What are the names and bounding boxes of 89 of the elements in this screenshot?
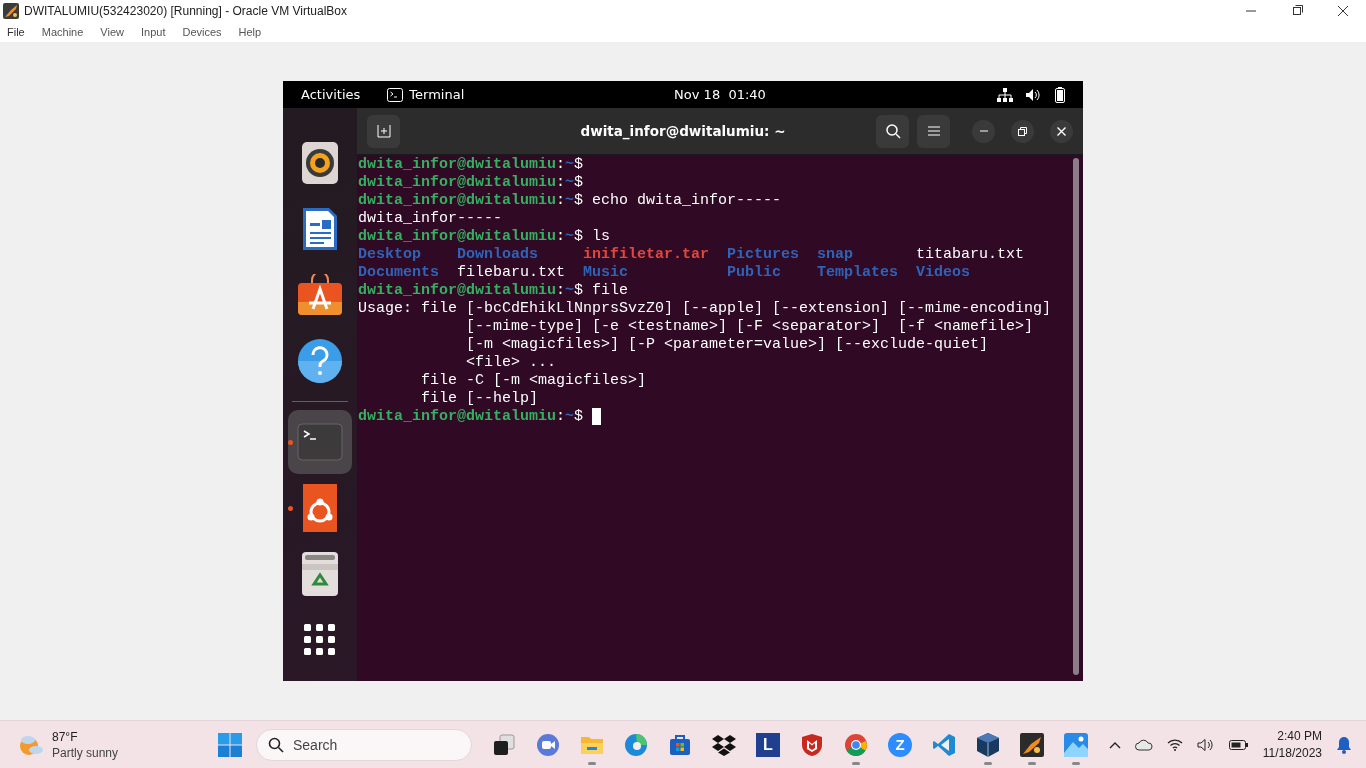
terminal-line: Usage: file [-bcCdEhikLlNnprsSvzZ0] [--apple] [--extension] [--mime-encoding] — [358, 300, 1052, 318]
battery-icon[interactable] — [1055, 86, 1065, 103]
menu-item[interactable]: View — [100, 26, 133, 38]
wifi-icon[interactable] — [1166, 738, 1183, 751]
scrollbar[interactable] — [1073, 158, 1079, 675]
dropbox-icon — [712, 733, 736, 756]
menu-item[interactable]: Input — [140, 26, 175, 38]
file-name: titabaru.txt — [916, 246, 1025, 264]
file-name: filebaru.txt — [457, 264, 566, 282]
trash-icon — [301, 551, 339, 597]
store-bag-icon — [668, 732, 692, 757]
terminal-line: [-m <magicfiles>] [-P <parameter=value>] [--exclude-quiet] — [465, 336, 989, 354]
document-icon — [301, 206, 339, 252]
clock-time[interactable]: 2:40 PM — [1277, 727, 1322, 745]
terminal-line: file [--help] — [420, 390, 539, 408]
app-menu[interactable]: Terminal — [409, 87, 465, 102]
search-button[interactable] — [876, 114, 909, 148]
file-name: Public — [727, 264, 782, 282]
cloud-icon[interactable] — [1134, 738, 1153, 751]
minimize-button[interactable] — [972, 119, 995, 143]
terminal-icon — [297, 423, 343, 461]
restore-button[interactable] — [1011, 119, 1034, 143]
terminal-line: [--mime-type] [-e <testname>] [-F <separator>] [-f <namefile>] — [465, 318, 1034, 336]
restore-icon — [1018, 126, 1027, 136]
code-editor-icon — [932, 732, 956, 757]
menu-icon — [927, 126, 940, 136]
browser-icon — [624, 732, 648, 757]
file-name: Templates — [817, 264, 899, 282]
search-icon — [884, 123, 901, 139]
search-icon — [268, 736, 284, 753]
temperature: 87°F — [52, 728, 79, 745]
file-name: inifiletar.tar — [583, 246, 710, 264]
start-icon[interactable] — [218, 732, 242, 757]
taskbar-app[interactable]: L — [748, 724, 788, 765]
battery-icon[interactable] — [1228, 739, 1249, 750]
file-name: Music — [583, 264, 629, 282]
menu-item[interactable]: Help — [238, 26, 271, 38]
shield-icon — [801, 732, 823, 757]
file-name: Videos — [916, 264, 971, 282]
weather-condition: Partly sunny — [52, 744, 119, 761]
bell-icon[interactable] — [1336, 735, 1352, 754]
search-field[interactable]: Search — [256, 728, 472, 761]
menu-item[interactable]: Devices — [182, 26, 231, 38]
help-icon — [297, 338, 343, 384]
app-icon — [1020, 732, 1044, 757]
volume-icon[interactable] — [1026, 87, 1042, 102]
window-title: dwita_infor@dwitalumiu: ~ — [579, 123, 787, 139]
zoom-icon: Z — [888, 732, 912, 757]
menu-button[interactable] — [917, 114, 950, 148]
file-name: Downloads — [457, 246, 539, 264]
ubuntu-logo-icon — [303, 484, 337, 532]
terminal-line: file -C [-m <magicfiles>] — [420, 372, 647, 390]
photo-icon — [1064, 732, 1088, 757]
terminal-line: dwita_infor@dwitalumiu:~$ ls — [358, 228, 611, 246]
virtualbox-app-icon — [3, 3, 19, 19]
volume-icon[interactable] — [1196, 737, 1215, 752]
letter-icon: L — [756, 732, 780, 757]
cube-icon — [976, 731, 1000, 758]
terminal-icon — [387, 87, 404, 102]
clock-date[interactable]: 11/18/2023 — [1262, 744, 1322, 762]
network-icon[interactable] — [997, 87, 1013, 102]
close-icon — [1057, 126, 1066, 136]
task-view-icon — [492, 732, 516, 757]
menu-item[interactable]: File — [7, 26, 34, 38]
terminal-line: dwita_infor@dwitalumiu:~$ — [358, 156, 584, 174]
new-tab-button[interactable] — [367, 114, 400, 148]
menu-item[interactable]: Machine — [41, 26, 93, 38]
file-name: Pictures — [727, 246, 800, 264]
speaker-icon — [301, 141, 339, 185]
activities-button[interactable]: Activities — [293, 84, 369, 105]
terminal-line: <file> ... — [465, 354, 557, 372]
terminal-line: dwita_infor@dwitalumiu:~$ — [358, 408, 602, 426]
file-name: snap — [817, 246, 854, 264]
file-name: Documents — [358, 264, 439, 282]
clock[interactable]: Nov 18 01:40 — [600, 87, 766, 102]
video-chat-icon — [536, 732, 560, 757]
file-name: Desktop — [358, 246, 421, 264]
close-button[interactable] — [1050, 119, 1073, 143]
app-grid-icon — [304, 624, 336, 656]
chevron-up-icon[interactable] — [1108, 740, 1121, 749]
chrome-icon — [844, 732, 868, 757]
minimize-icon — [979, 130, 988, 132]
terminal-line: dwita_infor----- — [358, 210, 503, 228]
new-tab-icon — [376, 124, 391, 138]
terminal-line: dwita_infor@dwitalumiu:~$ file — [358, 282, 629, 300]
terminal-line: dwita_infor@dwitalumiu:~$ echo dwita_infor----- — [358, 192, 782, 210]
window-title: DWITALUMIU(532423020) [Running] - Oracle VM VirtualBox — [24, 4, 347, 18]
shopping-bag-icon — [297, 274, 343, 316]
terminal-line: dwita_infor@dwitalumiu:~$ — [358, 174, 584, 192]
